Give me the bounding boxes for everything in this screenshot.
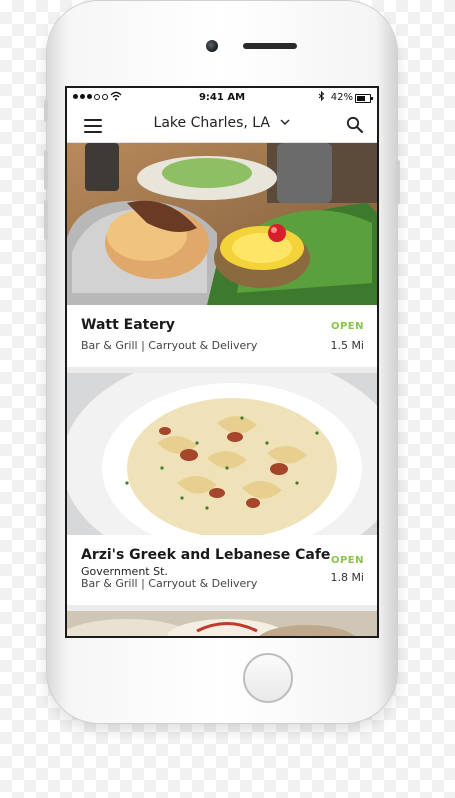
volume-up-button <box>44 150 48 190</box>
earpiece-speaker <box>243 43 297 49</box>
battery-percentage: 42% <box>330 92 353 103</box>
volume-down-button <box>44 200 48 240</box>
power-button <box>396 160 400 204</box>
battery-icon <box>355 94 373 103</box>
home-button[interactable] <box>243 653 293 703</box>
restaurant-info: Arzi's Greek and Lebanese Cafe Governmen… <box>67 535 377 605</box>
restaurant-categories: Bar & Grill | Carryout & Delivery <box>81 577 258 590</box>
app-screen: 9:41 AM 42% Lake Charles, LA Watt Eatery… <box>67 88 377 636</box>
status-bar: 9:41 AM 42% <box>67 88 377 108</box>
open-status-badge: OPEN <box>330 321 364 332</box>
chevron-down-icon <box>280 116 290 129</box>
restaurant-distance: 1.8 Mi <box>330 571 364 584</box>
search-icon[interactable] <box>346 116 364 134</box>
restaurant-feed[interactable]: Watt Eatery Bar & Grill | Carryout & Del… <box>67 143 377 636</box>
restaurant-card[interactable]: Watt Eatery Bar & Grill | Carryout & Del… <box>67 143 377 367</box>
restaurant-name: Watt Eatery <box>81 317 175 333</box>
mute-switch <box>44 100 48 122</box>
restaurant-photo <box>67 611 377 636</box>
restaurant-photo <box>67 143 377 305</box>
restaurant-distance: 1.5 Mi <box>330 339 364 352</box>
bluetooth-icon <box>318 90 325 105</box>
restaurant-photo <box>67 373 377 535</box>
restaurant-card[interactable] <box>67 611 377 636</box>
front-camera <box>206 40 218 52</box>
top-navigation-bar: Lake Charles, LA <box>67 108 377 143</box>
location-selector[interactable]: Lake Charles, LA <box>67 115 377 131</box>
restaurant-name: Arzi's Greek and Lebanese Cafe <box>81 547 331 563</box>
restaurant-categories: Bar & Grill | Carryout & Delivery <box>81 339 258 352</box>
location-label: Lake Charles, LA <box>153 115 270 131</box>
restaurant-info: Watt Eatery Bar & Grill | Carryout & Del… <box>67 305 377 367</box>
restaurant-card[interactable]: Arzi's Greek and Lebanese Cafe Governmen… <box>67 373 377 605</box>
open-status-badge: OPEN <box>330 555 364 566</box>
